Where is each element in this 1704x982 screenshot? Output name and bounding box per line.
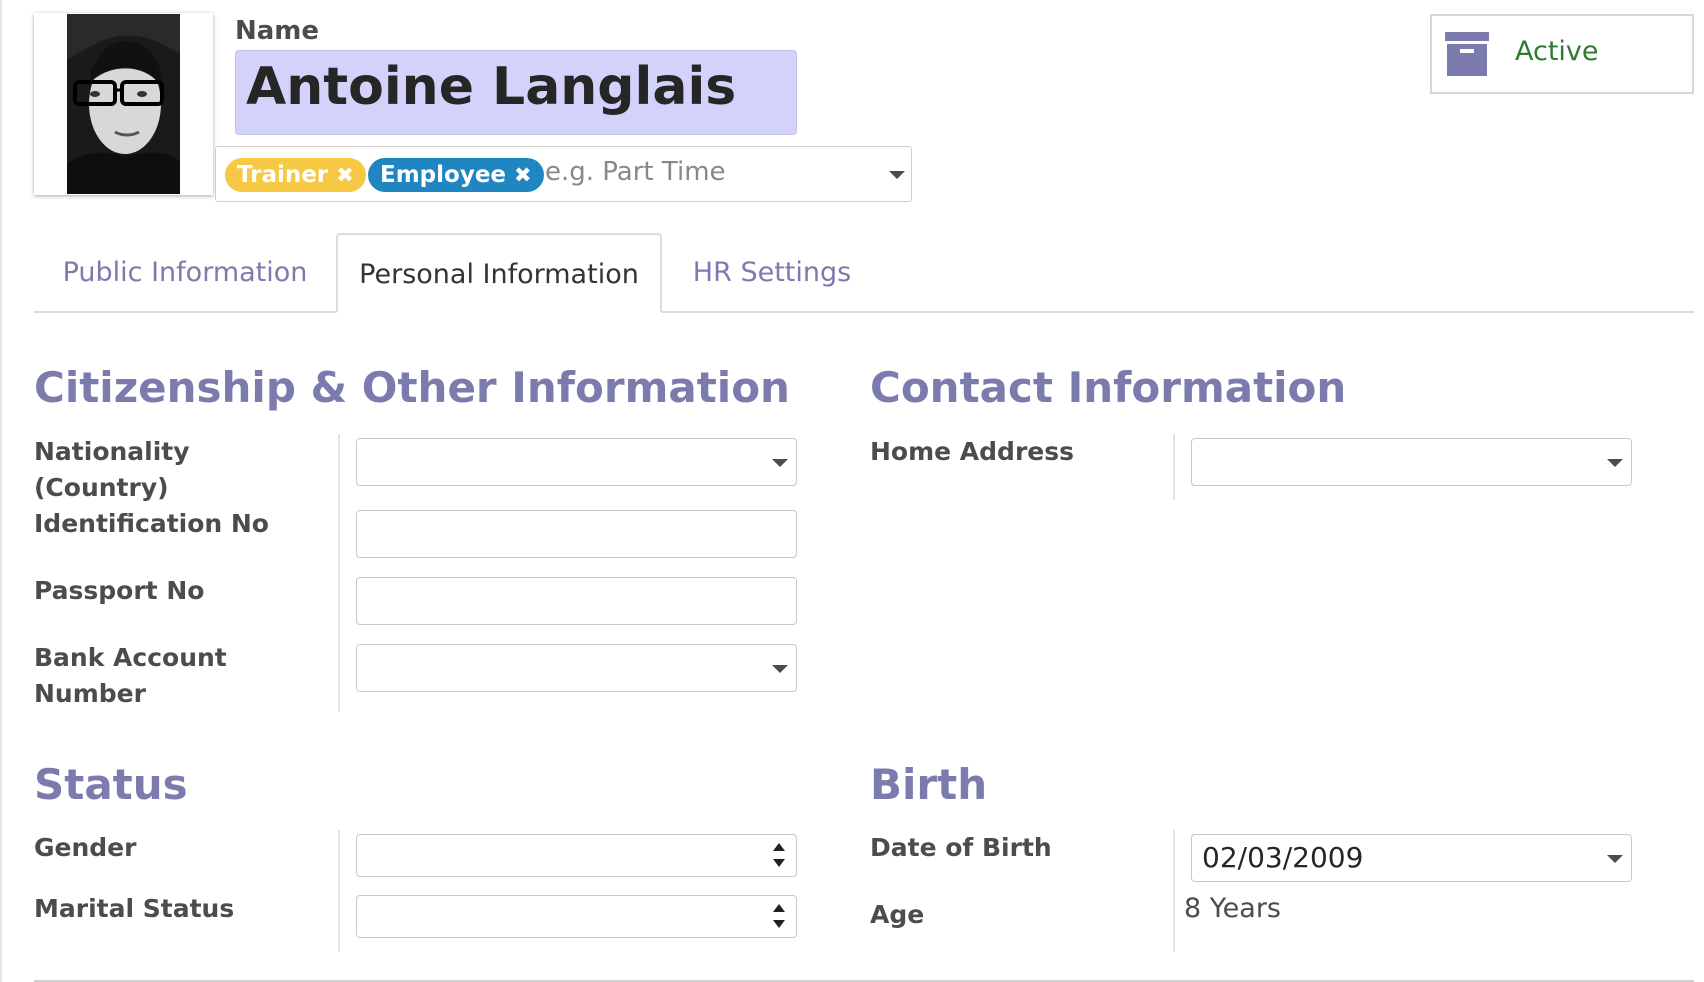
select-spinner-icon (773, 843, 787, 871)
gender-select[interactable] (356, 834, 797, 877)
passport-input[interactable] (356, 577, 797, 625)
tag-label: Employee (380, 162, 507, 188)
identification-label: Identification No (34, 509, 269, 538)
chevron-down-icon[interactable] (772, 665, 788, 673)
field-separator (1173, 830, 1175, 952)
nationality-label: Nationality (Country) (34, 437, 190, 502)
tags-placeholder[interactable]: e.g. Part Time (545, 157, 726, 187)
marital-status-select[interactable] (356, 895, 797, 938)
field-separator (1173, 434, 1175, 500)
tag-employee: Employee ✖ (368, 158, 544, 192)
tag-label: Trainer (237, 162, 329, 188)
passport-label: Passport No (34, 576, 205, 605)
age-value: 8 Years (1184, 893, 1281, 924)
citizenship-section-title: Citizenship & Other Information (34, 363, 790, 412)
gender-label: Gender (34, 833, 137, 862)
bank-account-select[interactable] (356, 644, 797, 692)
status-section-title: Status (34, 760, 188, 809)
name-input[interactable]: Antoine Langlais (235, 50, 797, 135)
chevron-down-icon[interactable] (889, 171, 905, 179)
tab-hr-settings[interactable]: HR Settings (662, 233, 882, 313)
date-of-birth-value: 02/03/2009 (1202, 841, 1364, 874)
contact-section-title: Contact Information (870, 363, 1347, 412)
archive-icon (1445, 32, 1489, 76)
name-label: Name (235, 16, 320, 46)
chevron-down-icon[interactable] (1607, 459, 1623, 467)
active-toggle-button[interactable]: Active (1430, 14, 1694, 94)
bank-account-label: Bank Account Number (34, 643, 227, 708)
birth-section-title: Birth (870, 760, 988, 809)
employee-avatar[interactable] (34, 13, 213, 195)
avatar-photo (67, 14, 180, 194)
age-label: Age (870, 900, 925, 929)
tag-trainer: Trainer ✖ (225, 158, 366, 192)
field-separator (338, 434, 340, 712)
chevron-down-icon[interactable] (772, 459, 788, 467)
tab-public-information[interactable]: Public Information (34, 233, 336, 313)
date-of-birth-label: Date of Birth (870, 833, 1052, 862)
identification-input[interactable] (356, 510, 797, 558)
select-spinner-icon (773, 904, 787, 932)
active-label: Active (1515, 36, 1599, 67)
date-of-birth-input[interactable]: 02/03/2009 (1191, 834, 1632, 882)
remove-tag-icon[interactable]: ✖ (336, 163, 354, 187)
chevron-down-icon[interactable] (1607, 855, 1623, 863)
category-tags-field[interactable]: Trainer ✖ Employee ✖ e.g. Part Time (215, 146, 912, 202)
tab-personal-information[interactable]: Personal Information (336, 233, 662, 313)
nationality-select[interactable] (356, 438, 797, 486)
home-address-label: Home Address (870, 437, 1074, 466)
remove-tag-icon[interactable]: ✖ (514, 163, 532, 187)
home-address-select[interactable] (1191, 438, 1632, 486)
left-border (0, 0, 2, 982)
field-separator (338, 830, 340, 952)
marital-status-label: Marital Status (34, 894, 235, 923)
